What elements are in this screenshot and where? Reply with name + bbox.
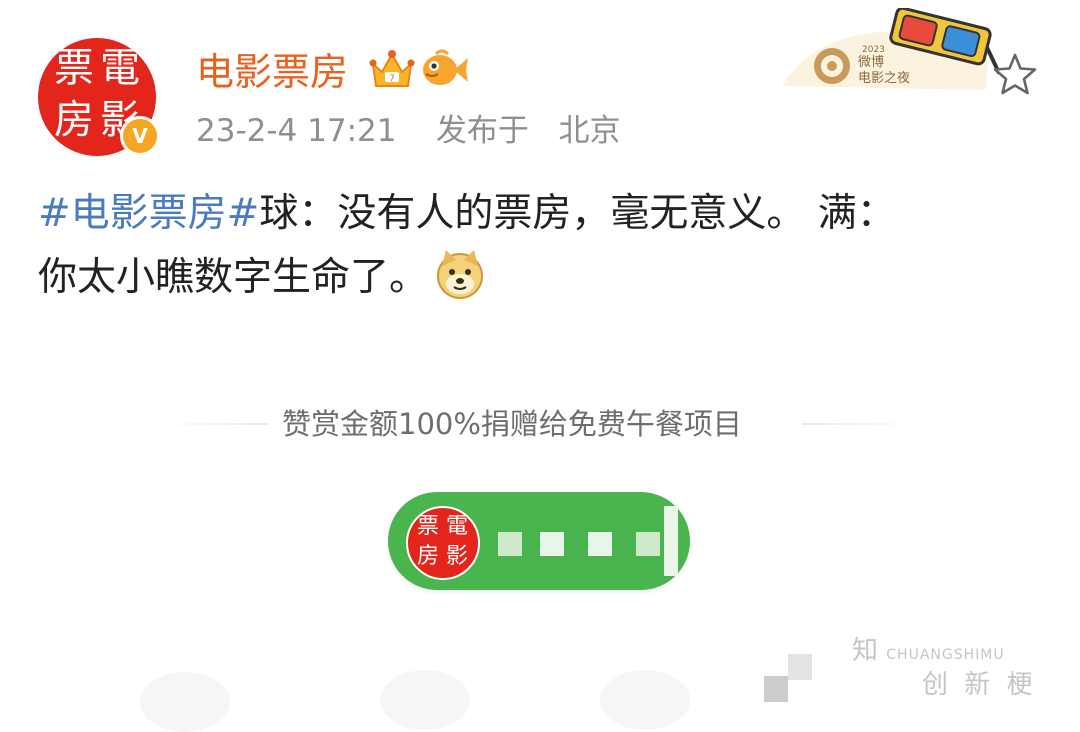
watermark-line-3: 创 新 梗 (922, 670, 1037, 700)
pill-avatar-char-3: 房 (416, 544, 439, 569)
divider-line-left (160, 423, 268, 425)
event-badge-line2: 电影之夜 (858, 71, 910, 86)
divider-line-right (802, 423, 920, 425)
reward-button[interactable]: 票 電 房 影 (388, 492, 690, 590)
svg-text:7: 7 (389, 74, 395, 84)
mosaic-block (788, 654, 812, 680)
post-body: #电影票房#球：没有人的票房，毫无意义。 满： 你太小瞧数字生命了。 (38, 182, 1048, 310)
event-badge-line1: 微博 (858, 55, 884, 70)
pill-avatar-char-1: 票 (416, 514, 439, 539)
posted-from-label: 发布于 (435, 113, 529, 149)
post-meta: 23-2-4 17:21 发布于 北京 (196, 110, 620, 152)
bottom-shape (380, 670, 470, 730)
reward-avatar: 票 電 房 影 (406, 506, 480, 580)
doge-icon (437, 250, 484, 299)
mosaic-block (540, 532, 564, 556)
event-badge: 2023 微博 电影之夜 (782, 8, 1002, 90)
post-location: 北京 (558, 113, 621, 149)
post-line-2: 你太小瞧数字生命了。 (38, 246, 1048, 310)
watermark-line-1: 知 (852, 636, 879, 666)
mosaic-block (588, 532, 612, 556)
bottom-shape (600, 670, 690, 730)
account-name[interactable]: 电影票房 (196, 48, 348, 96)
watermark: 知 CHUANGSHIMU 创 新 梗 (852, 636, 1072, 704)
pill-avatar-char-2: 電 (445, 514, 468, 539)
watermark-line-2: CHUANGSHIMU (886, 647, 1005, 663)
mosaic-block (498, 532, 522, 556)
post-text-1: 球：没有人的票房，毫无意义。 满： (259, 191, 896, 236)
mosaic-block (764, 676, 788, 702)
star-icon[interactable] (992, 52, 1038, 96)
crown-icon: 7 (369, 50, 415, 87)
bottom-shape (140, 672, 230, 732)
hashtag-link[interactable]: #电影票房# (38, 191, 259, 236)
mosaic-block (636, 532, 660, 556)
reward-divider: 赞赏金额100%捐赠给免费午餐项目 (160, 398, 920, 450)
post-line-1: #电影票房#球：没有人的票房，毫无意义。 满： (38, 182, 1048, 246)
avatar-char-2: 電 (100, 45, 140, 91)
avatar-char-1: 票 (54, 45, 94, 91)
verified-badge-icon: V (120, 116, 160, 156)
fish-icon (423, 49, 468, 85)
post-date: 23-2-4 17:21 (196, 113, 397, 149)
reward-note: 赞赏金额100%捐赠给免费午餐项目 (282, 407, 742, 441)
post-text-2: 你太小瞧数字生命了。 (38, 255, 429, 300)
mosaic-block (664, 506, 678, 576)
avatar-char-3: 房 (54, 97, 94, 143)
event-badge-year: 2023 (862, 45, 885, 55)
pill-avatar-char-4: 影 (445, 544, 468, 569)
